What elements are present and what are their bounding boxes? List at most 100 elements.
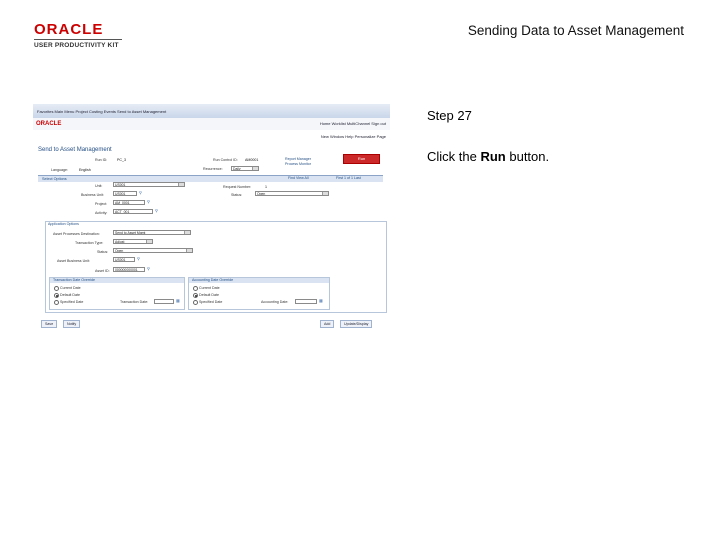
transaction-date-title: Transaction Date Override	[53, 278, 96, 282]
accounting-date-title: Accounting Date Override	[192, 278, 234, 282]
activity-label: Activity:	[95, 211, 108, 215]
instruction-run-keyword: Run	[480, 149, 506, 164]
acct-default-date-radio[interactable]	[193, 293, 198, 298]
instruction-prefix: Click the	[427, 149, 481, 164]
language-label: Language:	[51, 168, 68, 172]
logo-subtext: USER PRODUCTIVITY KIT	[34, 42, 119, 49]
destination-value: Send to Asset Mgmt	[115, 231, 146, 235]
run-control-label: Run Control ID:	[213, 158, 238, 162]
transaction-type-value: Adjust	[115, 240, 125, 244]
peoplesoft-oracle-logo: ORACLE	[36, 121, 62, 127]
recurrence-value: Daily	[233, 167, 241, 171]
acct-specified-date-radio[interactable]	[193, 300, 198, 305]
top-links[interactable]: Home Worklist MultiChannel Sign out	[320, 121, 386, 126]
update-display-button[interactable]: Update/Display	[340, 320, 373, 328]
breadcrumb[interactable]: Favorites Main Menu Project Costing Even…	[37, 109, 166, 114]
accounting-date-field-label: Accounting Date:	[261, 300, 289, 304]
recurrence-select[interactable]: Daily	[231, 166, 259, 171]
specified-date-label: Specified Date	[60, 300, 84, 304]
notify-button[interactable]: Notify	[63, 320, 81, 328]
chevron-down-icon	[178, 183, 184, 186]
accounting-date-override-box: Accounting Date Override Current Date De…	[188, 277, 330, 310]
current-date-label: Current Date	[60, 286, 81, 290]
peoplesoft-screenshot: Favorites Main Menu Project Costing Even…	[33, 104, 390, 330]
pager-links[interactable]: First 1 of 1 Last	[336, 176, 361, 180]
slide-title: Sending Data to Asset Management	[467, 23, 684, 38]
save-button[interactable]: Save	[41, 320, 58, 328]
transaction-date-input[interactable]	[154, 299, 174, 304]
unit-value: US001	[115, 183, 126, 187]
find-view-all-link[interactable]: Find View All	[288, 176, 309, 180]
request-status-select[interactable]: Open	[255, 191, 329, 196]
project-label: Project:	[95, 202, 108, 206]
unit-select[interactable]: US001	[113, 182, 185, 187]
request-number-value: 1	[265, 185, 267, 189]
lookup-icon[interactable]: ⚲	[147, 267, 151, 271]
lookup-icon[interactable]: ⚲	[155, 209, 159, 213]
logo-divider	[34, 39, 122, 40]
report-manager-link[interactable]: Report Manager	[285, 157, 311, 161]
lookup-icon[interactable]: ⚲	[139, 191, 143, 195]
transaction-date-field-label: Transaction Date:	[120, 300, 149, 304]
chevron-down-icon	[252, 167, 258, 170]
asset-status-label: Status:	[97, 250, 109, 254]
transaction-type-select[interactable]: Adjust	[113, 239, 153, 244]
unit-label: Unit:	[95, 184, 103, 188]
asset-status-select[interactable]: Open	[113, 248, 193, 253]
select-options-header[interactable]: Select Options	[38, 175, 383, 182]
acct-current-date-label: Current Date	[199, 286, 220, 290]
accounting-date-header: Accounting Date Override	[189, 278, 329, 283]
acct-default-date-label: Default Date	[199, 293, 219, 297]
status-label: Status:	[231, 193, 243, 197]
chevron-down-icon	[146, 240, 152, 243]
oracle-upk-logo: ORACLE USER PRODUCTIVITY KIT	[34, 22, 124, 49]
asset-bu-input[interactable]: US001	[113, 257, 135, 262]
recurrence-label: Recurrence:	[203, 167, 223, 171]
step-instruction: Click the Run button.	[427, 149, 549, 164]
transaction-date-header: Transaction Date Override	[50, 278, 184, 283]
chevron-down-icon	[186, 249, 192, 252]
asset-id-input[interactable]: 000000000001	[113, 267, 145, 272]
default-date-radio[interactable]	[54, 293, 59, 298]
lookup-icon[interactable]: ⚲	[137, 257, 141, 261]
instruction-suffix: button.	[505, 149, 550, 164]
add-button[interactable]: Add	[320, 320, 335, 328]
process-monitor-link[interactable]: Process Monitor	[285, 162, 311, 166]
asset-status-value: Open	[115, 249, 124, 253]
calendar-icon[interactable]: ▦	[176, 299, 180, 303]
current-date-radio[interactable]	[54, 286, 59, 291]
asset-id-label: Asset ID:	[95, 269, 110, 273]
transaction-type-label: Transaction Type:	[75, 241, 104, 245]
chevron-down-icon	[322, 192, 328, 195]
page-title: Send to Asset Management	[38, 147, 112, 153]
application-options-title: Application Options	[48, 222, 79, 226]
menu-bar: Favorites Main Menu Project Costing Even…	[33, 104, 390, 119]
run-control-value: AM0001	[245, 158, 259, 162]
chevron-down-icon	[184, 231, 190, 234]
acct-current-date-radio[interactable]	[193, 286, 198, 291]
lookup-icon[interactable]: ⚲	[147, 200, 151, 204]
run-id-value: PC_3	[117, 158, 126, 162]
specified-date-radio[interactable]	[54, 300, 59, 305]
calendar-icon[interactable]: ▦	[319, 299, 323, 303]
destination-select[interactable]: Send to Asset Mgmt	[113, 230, 191, 235]
project-input[interactable]: AM_0001	[113, 200, 145, 205]
page-nav-links[interactable]: New Window Help Personalize Page	[321, 134, 386, 139]
logo-word: ORACLE	[34, 21, 104, 38]
business-unit-label: Business Unit:	[81, 193, 104, 197]
asset-bu-label: Asset Business Unit:	[57, 259, 90, 263]
destination-label: Asset Processes Destination:	[53, 232, 100, 236]
run-id-label: Run ID:	[95, 158, 108, 162]
default-date-label: Default Date	[60, 293, 80, 297]
business-unit-input[interactable]: US001	[113, 191, 137, 196]
step-label: Step 27	[427, 108, 472, 123]
activity-input[interactable]: ACT_001	[113, 209, 153, 214]
request-number-label: Request Number:	[223, 185, 252, 189]
accounting-date-input[interactable]	[295, 299, 317, 304]
select-options-title: Select Options	[42, 177, 67, 181]
language-value: English	[79, 168, 91, 172]
request-status-value: Open	[257, 192, 266, 196]
transaction-date-override-box: Transaction Date Override Current Date D…	[49, 277, 185, 310]
acct-specified-date-label: Specified Date	[199, 300, 223, 304]
run-button[interactable]: Run	[343, 154, 380, 164]
